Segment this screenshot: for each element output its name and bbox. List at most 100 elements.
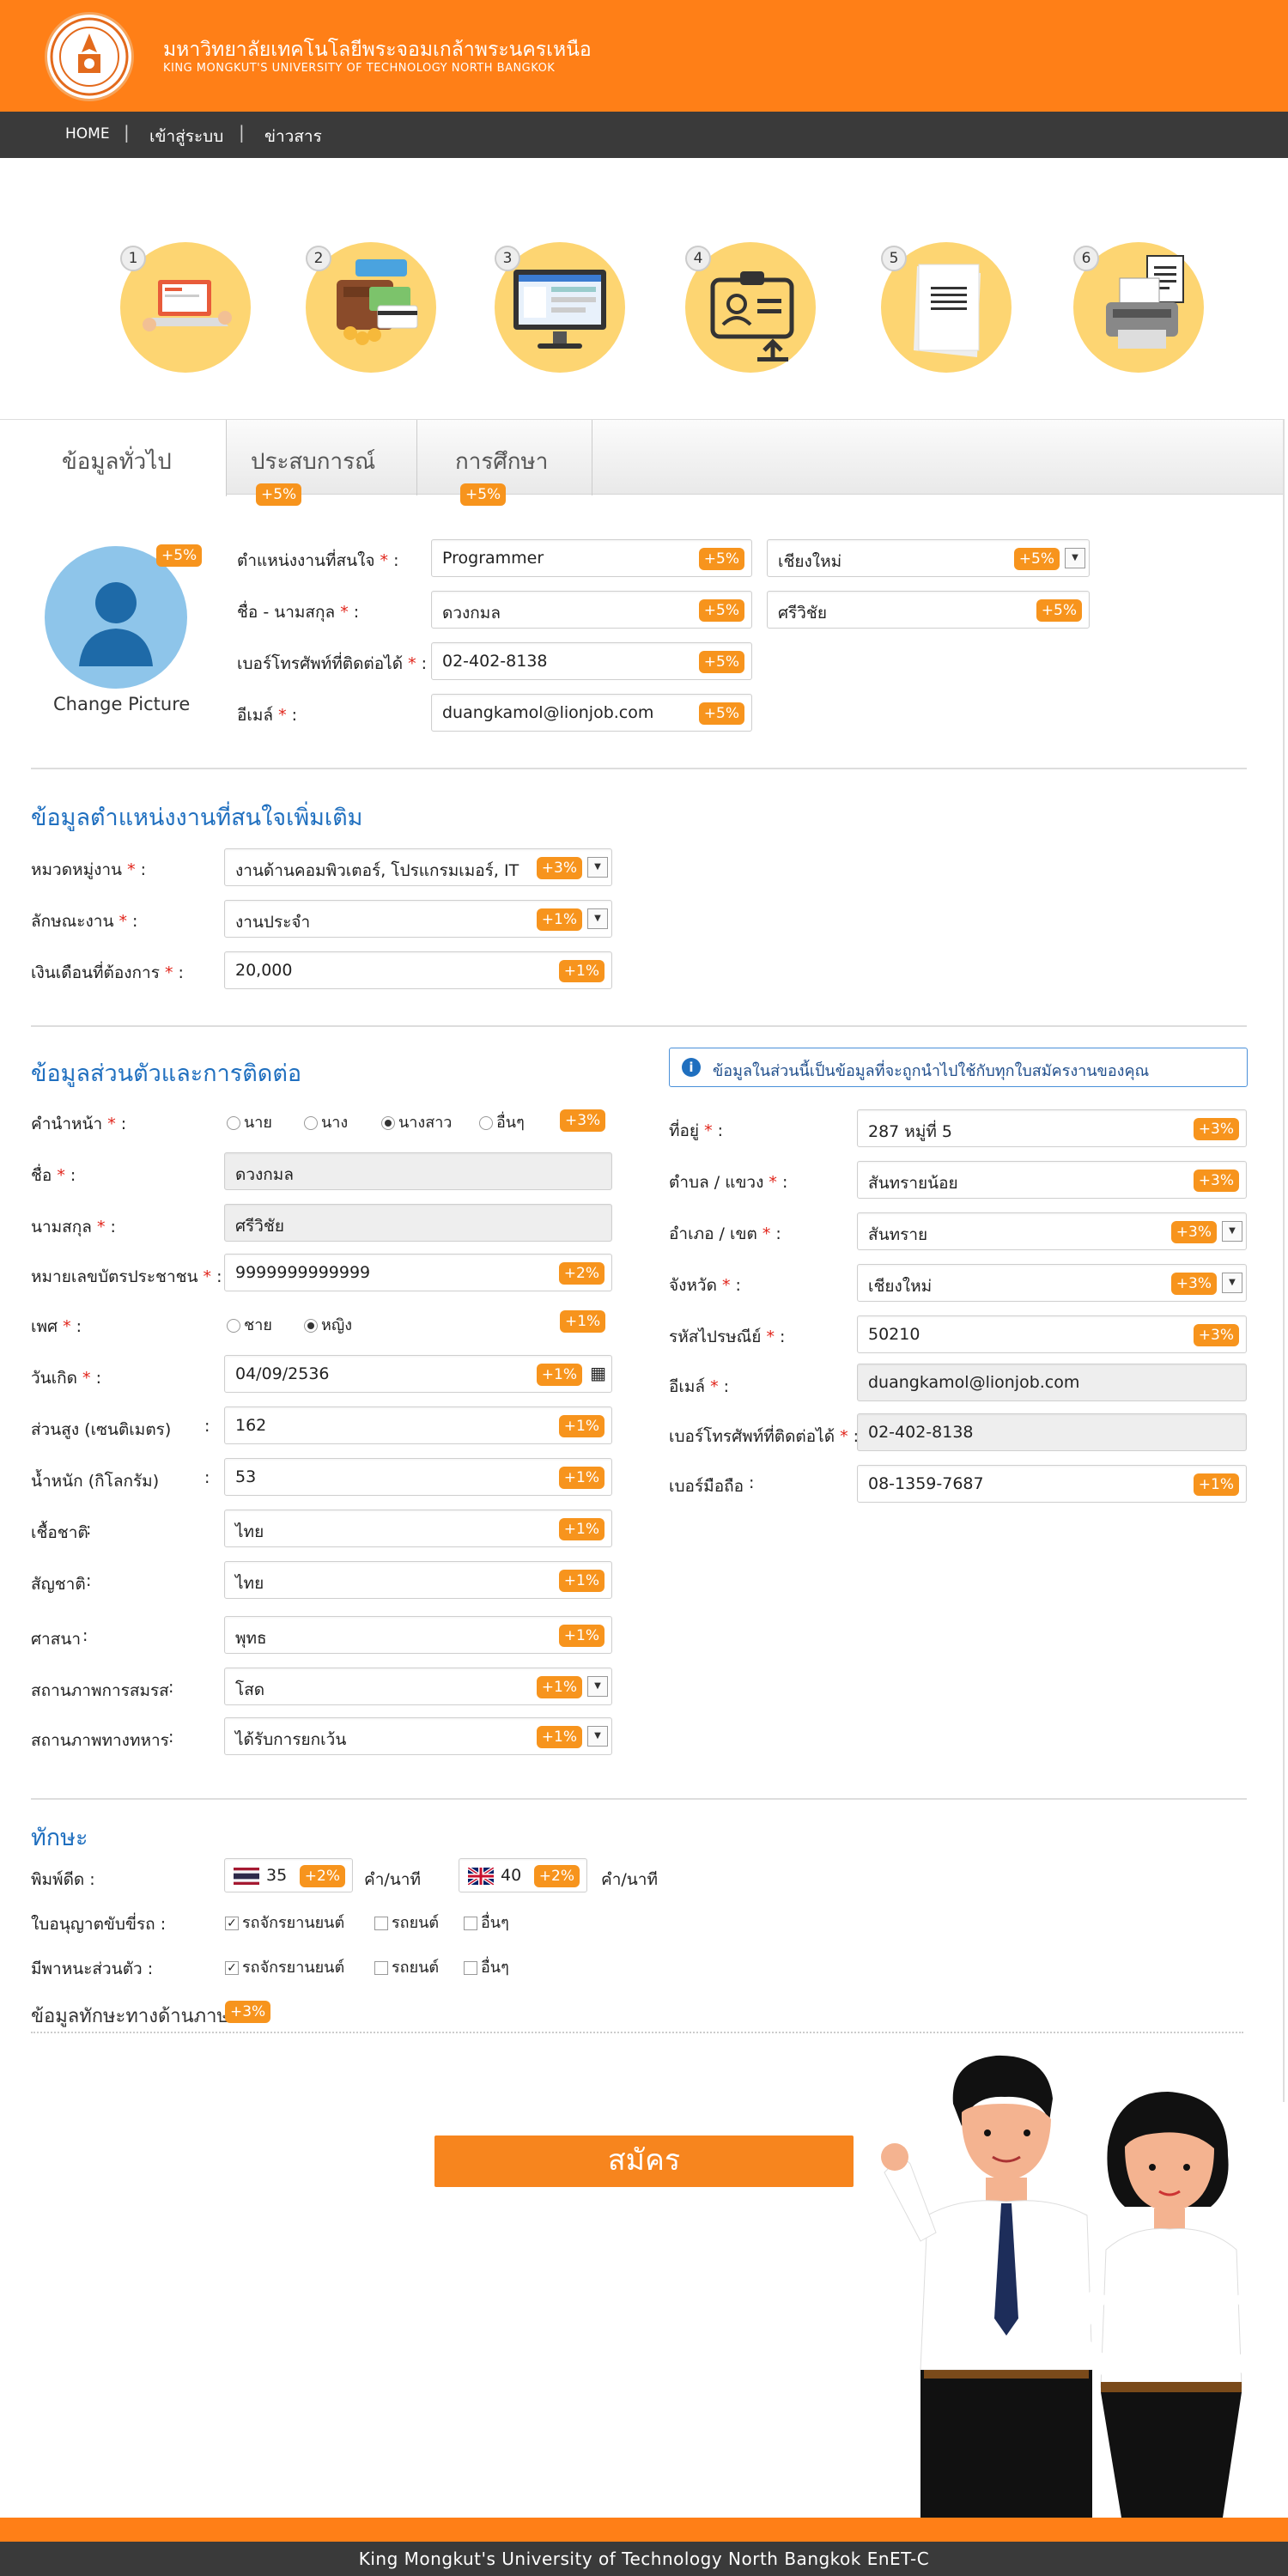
nav-separator: | xyxy=(239,122,245,143)
race-input[interactable]: ไทย +1% xyxy=(224,1510,612,1547)
position-input[interactable]: Programmer +5% xyxy=(431,539,752,577)
typing-thai-input[interactable]: 35 +2% xyxy=(224,1858,353,1893)
prefix-option-mrs[interactable]: นาง xyxy=(304,1109,348,1134)
step-3[interactable]: 3 xyxy=(495,242,625,373)
gender-label: เพศ * : xyxy=(31,1317,82,1336)
info-notice: i ข้อมูลในส่วนนี้เป็นข้อมูลที่จะถูกนำไปใช… xyxy=(669,1048,1248,1087)
step-5[interactable]: 5 xyxy=(881,242,1012,373)
chevron-down-icon: ▼ xyxy=(1222,1221,1242,1242)
prefix-option-mr[interactable]: นาย xyxy=(227,1109,272,1134)
university-logo[interactable] xyxy=(45,12,134,101)
tab-badge: +5% xyxy=(256,483,302,506)
language-skills-title: ข้อมูลทักษะทางด้านภาษา xyxy=(31,2006,240,2027)
vehicle-other[interactable]: อื่นๆ xyxy=(464,1954,509,1979)
marital-select[interactable]: โสด +1% ▼ xyxy=(224,1668,612,1705)
nationality-input[interactable]: ไทย +1% xyxy=(224,1561,612,1599)
divider xyxy=(31,2032,1243,2033)
id-card-label: หมายเลขบัตรประชาชน * : xyxy=(31,1267,222,1286)
firstname-input[interactable]: ดวงกมล +5% xyxy=(431,591,752,629)
tab-general[interactable]: ข้อมูลทั่วไป xyxy=(0,420,227,496)
salary-label: เงินเดือนที่ต้องการ * : xyxy=(31,963,184,982)
university-name-english: KING MONGKUT'S UNIVERSITY OF TECHNOLOGY … xyxy=(163,62,556,75)
uk-flag-icon xyxy=(468,1867,494,1885)
typing-label: พิมพ์ดีด : xyxy=(31,1870,95,1889)
district-select[interactable]: สันทราย +3% ▼ xyxy=(857,1212,1247,1250)
calendar-icon[interactable]: ▦ xyxy=(590,1363,606,1383)
vehicle-label: มีพาหนะส่วนตัว : xyxy=(31,1959,154,1978)
prefix-label: คำนำหน้า * : xyxy=(31,1115,127,1133)
postal-label: รหัสไปรษณีย์ * : xyxy=(669,1327,786,1346)
nav-login[interactable]: เข้าสู่ระบบ xyxy=(149,124,223,149)
tab-experience[interactable]: ประสบการณ์ +5% xyxy=(227,420,417,506)
step-2[interactable]: 2 xyxy=(306,242,436,373)
military-select[interactable]: ได้รับการยกเว้น +1% ▼ xyxy=(224,1717,612,1755)
category-select[interactable]: งานด้านคอมพิวเตอร์, โปรแกรมเมอร์, IT +3% ▼ xyxy=(224,848,612,886)
nav-home[interactable]: HOME xyxy=(65,125,110,143)
lastname-field[interactable]: ศรีวิชัย xyxy=(224,1204,612,1242)
salary-input[interactable]: 20,000 +1% xyxy=(224,951,612,989)
prefix-option-other[interactable]: อื่นๆ xyxy=(479,1109,525,1134)
tab-badge: +5% xyxy=(460,483,507,506)
vehicle-motorcycle[interactable]: ✓ รถจักรยานยนต์ xyxy=(225,1954,344,1979)
site-footer: King Mongkut's University of Technology … xyxy=(0,2542,1288,2576)
prefix-option-miss[interactable]: นางสาว xyxy=(381,1109,452,1134)
fullname-label: ชื่อ - นามสกุล * : xyxy=(237,603,360,622)
content-border xyxy=(1283,419,1285,2102)
license-motorcycle[interactable]: ✓ รถจักรยานยนต์ xyxy=(225,1910,344,1935)
wpm-unit: คำ/นาที xyxy=(364,1870,421,1889)
chevron-down-icon: ▼ xyxy=(1222,1273,1242,1293)
nav-news[interactable]: ข่าวสาร xyxy=(264,124,322,149)
subdistrict-input[interactable]: สันทรายน้อย +3% xyxy=(857,1161,1247,1199)
skills-section-title: ทักษะ xyxy=(31,1825,88,1851)
submit-button[interactable]: สมัคร xyxy=(434,2136,854,2187)
typing-english-input[interactable]: 40 +2% xyxy=(459,1858,587,1893)
phone-input[interactable]: 02-402-8138 +5% xyxy=(431,642,752,680)
language-badge: +3% xyxy=(225,2001,271,2023)
firstname-field[interactable]: ดวงกมล xyxy=(224,1152,612,1190)
nationality-label: สัญชาติ xyxy=(31,1575,86,1594)
top-navbar: HOME | เข้าสู่ระบบ | ข่าวสาร xyxy=(0,112,1288,158)
height-label: ส่วนสูง (เซนติเมตร) xyxy=(31,1420,172,1439)
wallet-icon xyxy=(337,259,418,345)
step-6[interactable]: 6 xyxy=(1073,242,1204,373)
document-icon xyxy=(914,264,981,357)
birthdate-input[interactable]: 04/09/2536 +1% ▦ xyxy=(224,1355,612,1393)
jobtype-label: ลักษณะงาน * : xyxy=(31,912,138,931)
step-1[interactable]: 1 xyxy=(120,242,251,373)
religion-label: ศาสนา xyxy=(31,1630,81,1649)
province-select-2[interactable]: เชียงใหม่ +3% ▼ xyxy=(857,1264,1247,1302)
mobile-input[interactable]: 08-1359-7687 +1% xyxy=(857,1465,1247,1503)
religion-input[interactable]: พุทธ +1% xyxy=(224,1616,612,1654)
jobtype-select[interactable]: งานประจำ +1% ▼ xyxy=(224,900,612,938)
id-card-input[interactable]: 9999999999999 +2% xyxy=(224,1254,612,1291)
chevron-down-icon: ▼ xyxy=(587,1676,608,1697)
lastname-input[interactable]: ศรีวิชัย +5% xyxy=(767,591,1090,629)
printer-icon xyxy=(1106,255,1184,349)
race-label: เชื้อชาติ xyxy=(31,1523,88,1542)
profile-picture[interactable] xyxy=(45,546,187,689)
weight-label: น้ำหนัก (กิโลกรัม) xyxy=(31,1472,160,1491)
change-picture-link[interactable]: Change Picture xyxy=(53,694,190,714)
province-select[interactable]: เชียงใหม่ +5% ▼ xyxy=(767,539,1090,577)
personal-section-title: ข้อมูลส่วนตัวและการติดต่อ xyxy=(31,1060,302,1087)
address-input[interactable]: 287 หมู่ที่ 5 +3% xyxy=(857,1109,1247,1147)
postal-input[interactable]: 50210 +3% xyxy=(857,1315,1247,1353)
height-input[interactable]: 162 +1% xyxy=(224,1406,612,1444)
email-input[interactable]: duangkamol@lionjob.com +5% xyxy=(431,694,752,732)
id-card-upload-icon xyxy=(710,271,794,361)
step-4[interactable]: 4 xyxy=(685,242,816,373)
position-label: ตำแหน่งงานที่สนใจ * : xyxy=(237,551,399,570)
firstname-label: ชื่อ * : xyxy=(31,1166,76,1185)
email-field[interactable]: duangkamol@lionjob.com xyxy=(857,1364,1247,1401)
weight-input[interactable]: 53 +1% xyxy=(224,1458,612,1496)
job-section-title: ข้อมูลตำแหน่งงานที่สนใจเพิ่มเติม xyxy=(31,805,363,831)
gender-option-male[interactable]: ชาย xyxy=(227,1312,272,1337)
tab-education[interactable]: การศึกษา +5% xyxy=(417,420,592,506)
vehicle-car[interactable]: รถยนต์ xyxy=(374,1954,439,1979)
phone-field[interactable]: 02-402-8138 xyxy=(857,1413,1247,1451)
chevron-down-icon: ▼ xyxy=(587,908,608,929)
license-other[interactable]: อื่นๆ xyxy=(464,1910,509,1935)
gender-option-female[interactable]: หญิง xyxy=(304,1312,352,1337)
license-car[interactable]: รถยนต์ xyxy=(374,1910,439,1935)
university-name-thai: มหาวิทยาลัยเทคโนโลยีพระจอมเกล้าพระนครเหน… xyxy=(163,39,592,61)
